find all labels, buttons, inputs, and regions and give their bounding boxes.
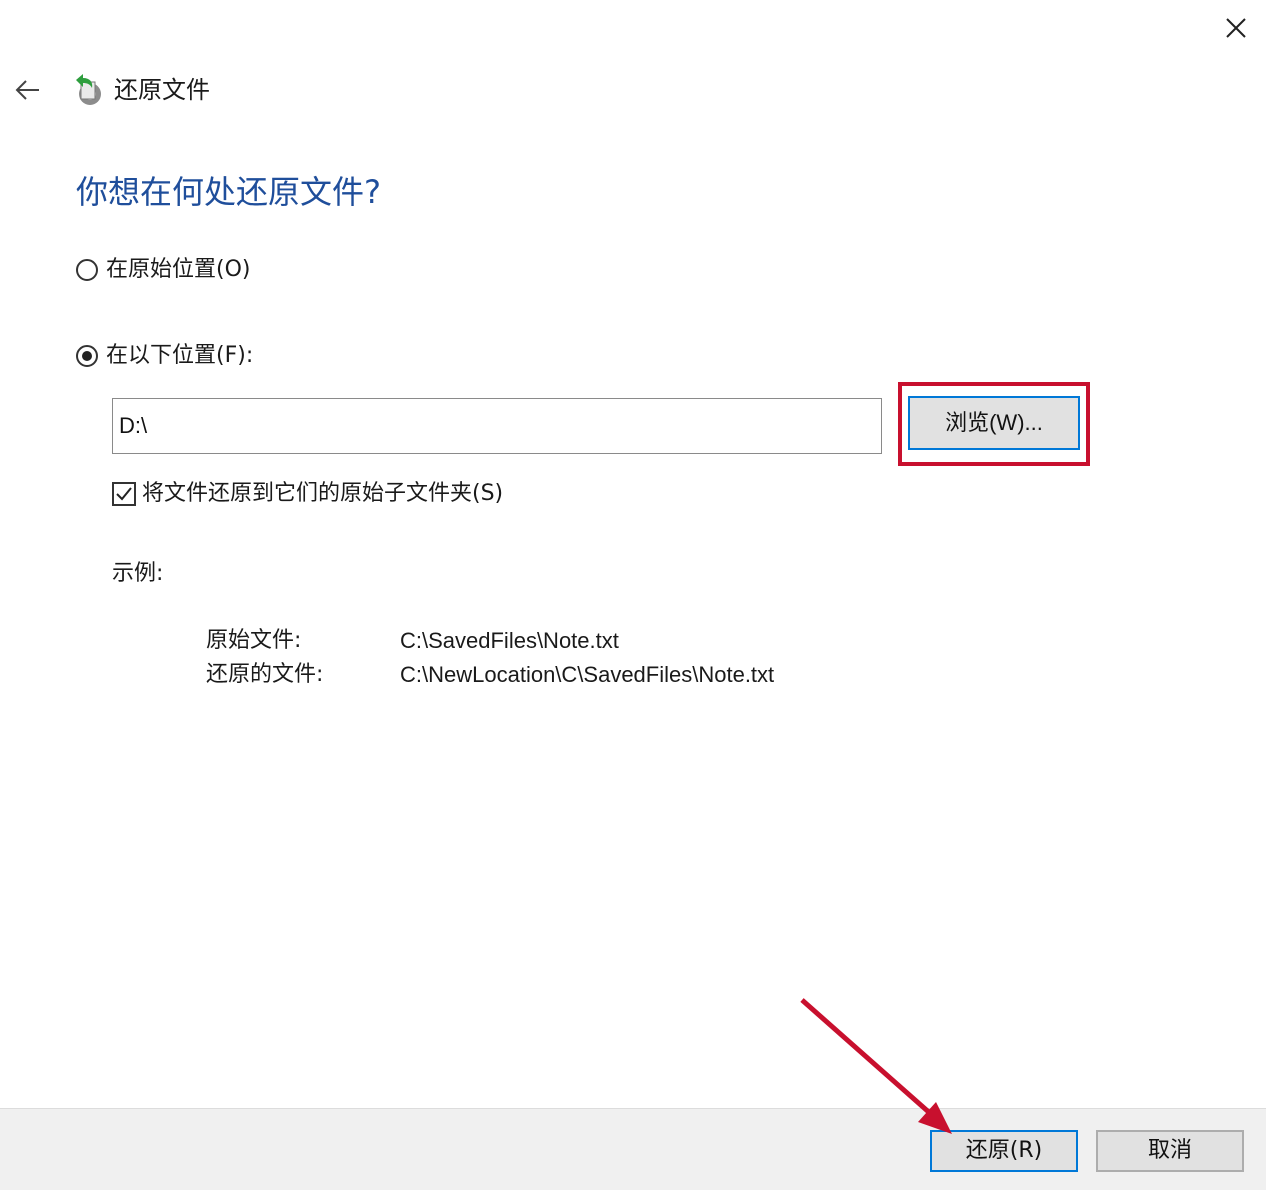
example-original-key: 原始文件: [206, 628, 302, 653]
example-original-value: C:\SavedFiles\Note.txt [400, 628, 619, 653]
example-label: 示例: [112, 561, 164, 586]
radio-original-indicator[interactable] [76, 259, 98, 281]
subfolder-checkbox-row[interactable]: 将文件还原到它们的原始子文件夹(S) [112, 480, 503, 508]
radio-original-location[interactable]: 在原始位置(O) [76, 256, 250, 284]
page-heading: 你想在何处还原文件? [76, 173, 381, 211]
back-button[interactable] [8, 70, 48, 110]
example-restored-value: C:\NewLocation\C\SavedFiles\Note.txt [400, 662, 775, 687]
checkmark-icon [116, 487, 132, 501]
restore-path-input[interactable] [112, 398, 882, 454]
cancel-button[interactable]: 取消 [1096, 1130, 1244, 1172]
close-button[interactable] [1212, 8, 1258, 48]
annotation-arrow-icon [800, 998, 952, 1134]
restore-files-icon [70, 72, 106, 108]
example-restored-key: 还原的文件: [206, 662, 324, 687]
window-title: 还原文件 [114, 76, 210, 104]
radio-original-label: 在原始位置(O) [106, 257, 251, 282]
radio-following-location[interactable]: 在以下位置(F): [76, 342, 253, 370]
radio-following-label: 在以下位置(F): [106, 343, 254, 368]
subfolder-checkbox-label: 将文件还原到它们的原始子文件夹(S) [142, 481, 504, 506]
close-icon [1226, 18, 1246, 38]
radio-following-indicator[interactable] [76, 345, 98, 367]
back-arrow-icon [15, 80, 39, 100]
subfolder-checkbox[interactable] [112, 482, 136, 506]
browse-button[interactable]: 浏览(W)... [908, 396, 1080, 450]
